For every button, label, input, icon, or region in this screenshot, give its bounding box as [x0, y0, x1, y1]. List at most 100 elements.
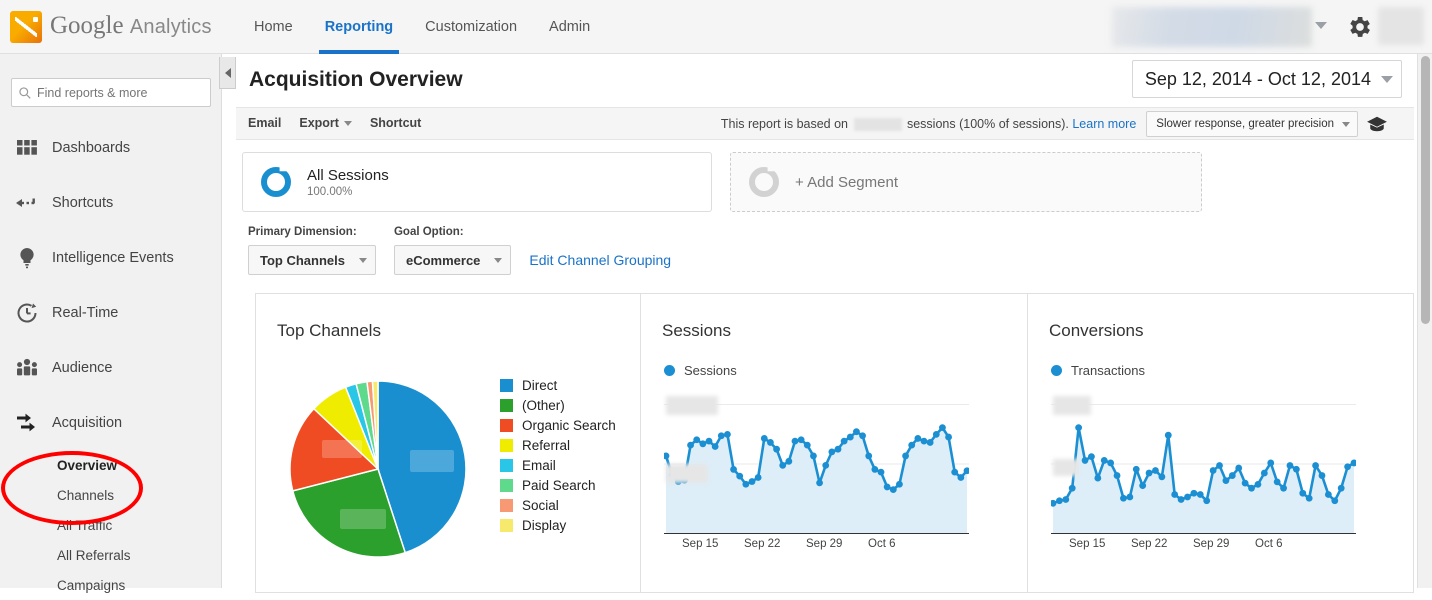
- conversions-chart[interactable]: [1051, 394, 1356, 534]
- chart-data-point[interactable]: [834, 445, 842, 453]
- sidebar-item-dashboards[interactable]: Dashboards: [0, 120, 222, 175]
- email-button[interactable]: Email: [248, 116, 281, 130]
- chart-data-point[interactable]: [957, 474, 965, 481]
- chart-data-point[interactable]: [1184, 493, 1191, 501]
- chart-data-point[interactable]: [797, 436, 805, 444]
- pie-legend-item[interactable]: Organic Search: [500, 415, 616, 435]
- chart-data-point[interactable]: [730, 466, 737, 473]
- chart-data-point[interactable]: [711, 443, 719, 450]
- chart-data-point[interactable]: [1075, 424, 1083, 432]
- chart-data-point[interactable]: [699, 440, 707, 448]
- learn-more-link[interactable]: Learn more: [1072, 117, 1136, 131]
- chart-data-point[interactable]: [1145, 469, 1153, 477]
- gear-icon[interactable]: [1346, 13, 1374, 41]
- chart-data-point[interactable]: [1248, 484, 1255, 492]
- chart-data-point[interactable]: [902, 452, 909, 460]
- chart-data-point[interactable]: [853, 428, 860, 436]
- chart-data-point[interactable]: [736, 472, 744, 480]
- chart-data-point[interactable]: [717, 432, 725, 440]
- chart-data-point[interactable]: [754, 474, 762, 481]
- chart-data-point[interactable]: [1286, 462, 1294, 469]
- topnav-item-customization[interactable]: Customization: [409, 0, 533, 54]
- add-segment-button[interactable]: + Add Segment: [730, 152, 1202, 212]
- chart-data-point[interactable]: [1088, 453, 1095, 461]
- pie-legend-item[interactable]: (Other): [500, 395, 616, 415]
- chart-data-point[interactable]: [896, 480, 903, 488]
- chart-data-point[interactable]: [1068, 484, 1076, 492]
- chart-data-point[interactable]: [785, 457, 793, 465]
- chart-data-point[interactable]: [932, 430, 940, 438]
- chart-data-point[interactable]: [1100, 457, 1108, 464]
- sidebar-subitem-campaigns[interactable]: Campaigns: [0, 570, 222, 600]
- chart-data-point[interactable]: [1196, 491, 1204, 498]
- export-button[interactable]: Export: [299, 116, 352, 130]
- chart-data-point[interactable]: [1324, 491, 1332, 498]
- chart-data-point[interactable]: [1241, 479, 1249, 487]
- primary-dimension-select[interactable]: Top Channels: [248, 245, 376, 275]
- sidebar-subitem-overview[interactable]: Overview: [0, 450, 222, 480]
- chart-data-point[interactable]: [1209, 467, 1217, 474]
- edit-channel-grouping-link[interactable]: Edit Channel Grouping: [529, 252, 671, 275]
- chart-data-point[interactable]: [889, 486, 897, 494]
- chart-data-point[interactable]: [1190, 489, 1198, 497]
- chart-data-point[interactable]: [1126, 493, 1134, 501]
- chart-data-point[interactable]: [914, 435, 922, 442]
- avatar[interactable]: [1378, 7, 1424, 45]
- sidebar-item-audience[interactable]: Audience: [0, 340, 222, 395]
- chart-data-point[interactable]: [773, 445, 780, 453]
- chart-data-point[interactable]: [705, 437, 713, 445]
- chart-data-point[interactable]: [1337, 484, 1345, 492]
- pie-chart[interactable]: [278, 364, 488, 574]
- chart-data-point[interactable]: [791, 437, 799, 445]
- chart-data-point[interactable]: [1132, 465, 1140, 473]
- chart-data-point[interactable]: [1164, 431, 1172, 439]
- sidebar-item-acquisition[interactable]: Acquisition: [0, 395, 222, 450]
- chart-data-point[interactable]: [1177, 496, 1185, 503]
- chart-data-point[interactable]: [908, 441, 916, 449]
- chart-data-point[interactable]: [1305, 494, 1313, 502]
- chart-data-point[interactable]: [1203, 497, 1211, 505]
- sidebar-item-real-time[interactable]: Real-Time: [0, 285, 222, 340]
- chart-data-point[interactable]: [1216, 462, 1223, 469]
- chart-data-point[interactable]: [767, 439, 774, 446]
- chart-data-point[interactable]: [828, 448, 836, 456]
- chart-data-point[interactable]: [1120, 494, 1127, 502]
- chart-data-point[interactable]: [1344, 463, 1351, 471]
- chart-data-point[interactable]: [883, 483, 891, 491]
- chart-data-point[interactable]: [748, 478, 756, 485]
- chart-data-point[interactable]: [1299, 489, 1307, 497]
- chart-data-point[interactable]: [1113, 472, 1121, 479]
- chart-data-point[interactable]: [810, 452, 817, 460]
- topnav-item-reporting[interactable]: Reporting: [309, 0, 409, 54]
- chart-data-point[interactable]: [1222, 477, 1230, 485]
- chart-data-point[interactable]: [822, 461, 830, 469]
- chart-data-point[interactable]: [1081, 457, 1089, 464]
- sidebar-item-intelligence-events[interactable]: Intelligence Events: [0, 230, 222, 285]
- chart-data-point[interactable]: [1292, 465, 1300, 473]
- chart-data-point[interactable]: [693, 436, 701, 444]
- chart-data-point[interactable]: [1254, 480, 1262, 488]
- chart-data-point[interactable]: [926, 439, 934, 446]
- chart-data-point[interactable]: [1158, 473, 1166, 481]
- chart-data-point[interactable]: [846, 433, 854, 441]
- account-selector[interactable]: [1112, 7, 1312, 47]
- chart-data-point[interactable]: [779, 461, 787, 469]
- chart-data-point[interactable]: [1273, 478, 1281, 486]
- sidebar-item-shortcuts[interactable]: Shortcuts: [0, 175, 222, 230]
- chart-data-point[interactable]: [1107, 459, 1115, 467]
- chart-data-point[interactable]: [1139, 482, 1147, 490]
- chart-data-point[interactable]: [1152, 467, 1159, 474]
- pie-legend-item[interactable]: Social: [500, 495, 616, 515]
- scrollbar-thumb[interactable]: [1421, 56, 1430, 324]
- chevron-down-icon[interactable]: [1315, 22, 1327, 29]
- chart-data-point[interactable]: [687, 441, 694, 449]
- topnav-item-home[interactable]: Home: [238, 0, 309, 54]
- pie-legend-item[interactable]: Paid Search: [500, 475, 616, 495]
- chart-data-point[interactable]: [945, 433, 952, 441]
- precision-select[interactable]: Slower response, greater precision: [1146, 111, 1358, 137]
- chart-data-point[interactable]: [865, 452, 873, 460]
- chart-data-point[interactable]: [742, 480, 750, 488]
- chart-data-point[interactable]: [1267, 459, 1275, 467]
- chart-data-point[interactable]: [1235, 464, 1243, 472]
- chart-data-point[interactable]: [871, 466, 879, 473]
